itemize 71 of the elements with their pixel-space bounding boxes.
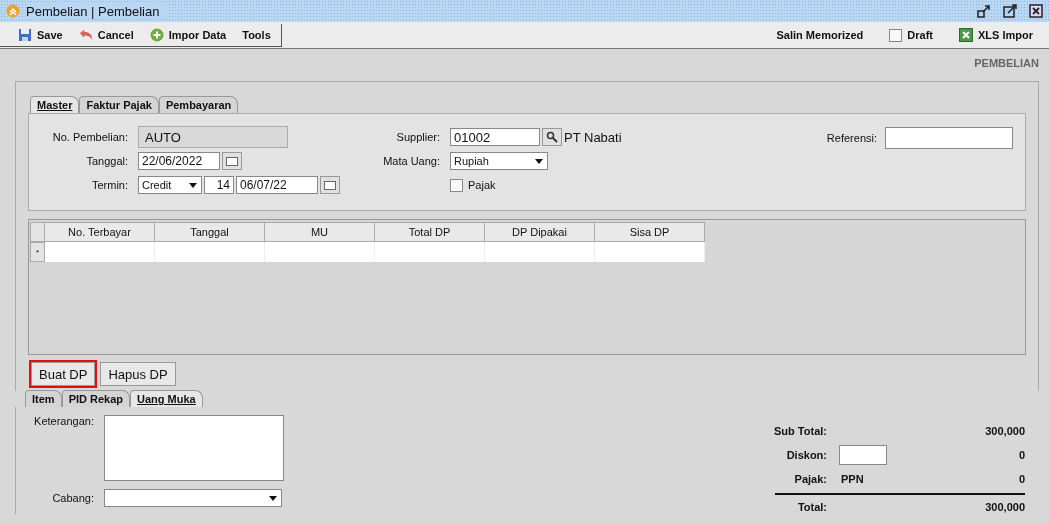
field-label: No. Pembelian: (51, 131, 129, 143)
due-date-field[interactable]: 06/07/22 (236, 176, 318, 194)
close-icon[interactable] (1029, 4, 1043, 18)
toolbar-button[interactable]: Tools (234, 23, 279, 46)
calendar-button[interactable] (222, 152, 242, 170)
tab[interactable]: Master (30, 96, 80, 113)
toolbar-button[interactable]: Save (10, 23, 71, 46)
total-label: Total: (796, 501, 827, 513)
supplier-name: PT Nabati (564, 129, 622, 145)
table-cell[interactable] (265, 242, 375, 262)
field-label: Mata Uang: (382, 155, 441, 167)
tab[interactable]: Pembayaran (158, 96, 239, 113)
table-cell[interactable] (375, 242, 485, 262)
column-header[interactable]: DP Dipakai (485, 222, 595, 242)
days-field[interactable]: 14 (204, 176, 234, 194)
column-header[interactable]: Sisa DP (595, 222, 705, 242)
app-icon (6, 4, 20, 18)
table-cell[interactable] (485, 242, 595, 262)
copy-memorized-button[interactable]: Salin Memorized (768, 29, 872, 41)
search-button[interactable] (542, 128, 562, 146)
total-label: Diskon: (785, 449, 827, 461)
date-field[interactable]: 22/06/2022 (138, 152, 220, 170)
field-label: Cabang: (51, 492, 95, 504)
tax-checkbox[interactable]: Pajak (450, 178, 496, 192)
total-label: Pajak: (793, 473, 827, 485)
new-row-marker: * (30, 242, 45, 262)
total-value: 0 (1018, 449, 1025, 461)
draft-checkbox[interactable]: Draft (881, 28, 941, 42)
discount-field[interactable] (839, 445, 887, 465)
tab[interactable]: Item (25, 390, 62, 407)
tab[interactable]: Uang Muka (130, 390, 203, 407)
total-value: 300,000 (985, 425, 1025, 437)
window-title: Pembelian | Pembelian (26, 3, 168, 19)
field-label: Referensi: (826, 132, 878, 144)
action-button[interactable]: Buat DP (31, 362, 96, 386)
table-cell[interactable] (45, 242, 155, 262)
column-header[interactable]: MU (265, 222, 375, 242)
toolbar-button[interactable]: Impor Data (141, 23, 235, 46)
calendar-button[interactable] (320, 176, 340, 194)
undo-arrow-icon (78, 27, 93, 42)
total-label: Sub Total: (773, 425, 827, 437)
field-label: Supplier: (395, 131, 441, 143)
total-value: 300,000 (985, 501, 1025, 513)
xls-import-button[interactable]: XLS Impor (951, 28, 1041, 42)
branch-dropdown[interactable] (104, 489, 282, 507)
tab[interactable]: Faktur Pajak (79, 96, 159, 113)
maximize-icon[interactable] (1003, 4, 1017, 18)
plus-circle-icon (149, 27, 164, 42)
field-label: Keterangan: (33, 415, 95, 427)
toolbar-button[interactable]: Cancel (70, 23, 142, 46)
supplier-field[interactable]: 01002 (450, 128, 540, 146)
field-label: Tanggal: (85, 155, 129, 167)
row-header-corner (30, 222, 45, 242)
notes-textarea[interactable] (104, 415, 284, 481)
purchase-number-field: AUTO (138, 126, 288, 148)
currency-dropdown[interactable]: Rupiah (450, 152, 548, 170)
spreadsheet-icon (959, 28, 973, 42)
restore-icon[interactable] (977, 4, 991, 18)
tax-type: PPN (840, 473, 864, 485)
column-header[interactable]: Tanggal (155, 222, 265, 242)
column-header[interactable]: Total DP (375, 222, 485, 242)
total-value: 0 (1018, 473, 1025, 485)
field-label: Termin: (90, 179, 129, 191)
terms-dropdown[interactable]: Credit (138, 176, 202, 194)
reference-field[interactable] (885, 127, 1013, 149)
column-header[interactable]: No. Terbayar (45, 222, 155, 242)
table-cell[interactable] (155, 242, 265, 262)
action-button[interactable]: Hapus DP (100, 362, 176, 386)
form-title: PEMBELIAN (973, 56, 1039, 71)
table-cell[interactable] (595, 242, 705, 262)
tab[interactable]: PID Rekap (61, 390, 131, 407)
